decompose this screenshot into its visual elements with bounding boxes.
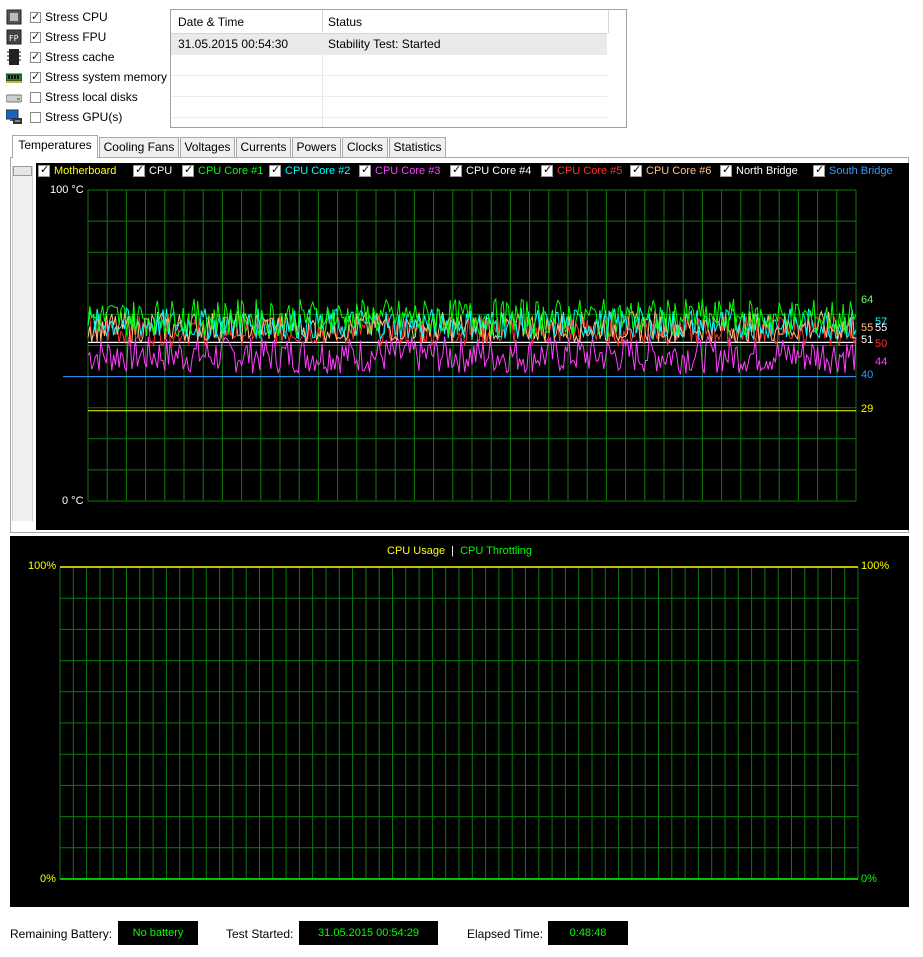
memory-module-icon (5, 69, 23, 85)
test-started-label: Test Started: (226, 927, 294, 941)
hard-disk-icon (5, 89, 23, 105)
tab-cooling-fans[interactable]: Cooling Fans (99, 137, 179, 157)
stress-fpu-checkbox[interactable] (30, 30, 41, 43)
end-value-label: 55 (861, 321, 874, 334)
graph-zoom-slider[interactable] (12, 166, 33, 521)
stress-gpu-label: Stress GPU(s) (45, 110, 123, 124)
stress-option-disks[interactable]: Stress local disks (5, 88, 138, 106)
tab-statistics[interactable]: Statistics (389, 137, 446, 157)
stress-disks-checkbox[interactable] (30, 91, 41, 103)
column-divider (322, 10, 323, 33)
elapsed-time-label: Elapsed Time: (467, 927, 544, 941)
stress-cache-checkbox[interactable] (30, 50, 41, 63)
throttle-axis-min-right: 0% (861, 873, 877, 885)
cpu-chip-icon (6, 9, 22, 25)
table-row-empty (171, 76, 607, 97)
temperature-plot (63, 189, 857, 502)
end-value-label: 64 (861, 293, 874, 306)
table-row[interactable]: 31.05.2015 00:54:30 Stability Test: Star… (171, 34, 607, 55)
fpu-chip-icon: FP (6, 29, 22, 45)
column-header-datetime[interactable]: Date & Time (178, 15, 244, 29)
tab-powers[interactable]: Powers (292, 137, 341, 157)
row-status: Stability Test: Started (328, 37, 441, 51)
stress-cpu-label: Stress CPU (45, 10, 108, 24)
usage-axis-max-left: 100% (28, 560, 57, 572)
end-value-label: 51 (861, 334, 874, 347)
stress-option-fpu[interactable]: FP Stress FPU (6, 28, 106, 46)
end-value-label: 55 (875, 321, 888, 334)
stress-option-gpu[interactable]: Stress GPU(s) (5, 108, 123, 126)
column-header-status[interactable]: Status (328, 15, 362, 29)
status-log-table: Date & Time Status 31.05.2015 00:54:30 S… (170, 9, 627, 128)
elapsed-time-value: 0:48:48 (548, 921, 628, 945)
temperature-graph: MotherboardCPUCPU Core #1CPU Core #2CPU … (36, 163, 909, 530)
svg-text:FP: FP (9, 34, 19, 43)
tab-voltages[interactable]: Voltages (180, 137, 235, 157)
stress-cpu-checkbox[interactable] (30, 10, 41, 23)
throttle-axis-max-right: 100% (861, 560, 890, 572)
stress-option-cpu[interactable]: Stress CPU (6, 8, 108, 26)
cpu-usage-graph: CPU Usage | CPU Throttling 100% 0% 100% … (10, 536, 909, 907)
table-row-empty (171, 97, 607, 118)
stress-gpu-checkbox[interactable] (30, 111, 41, 123)
remaining-battery-label: Remaining Battery: (10, 927, 113, 941)
table-row-empty (171, 55, 607, 76)
row-datetime: 31.05.2015 00:54:30 (178, 37, 289, 51)
stress-disks-label: Stress local disks (45, 90, 138, 104)
stress-memory-label: Stress system memory (45, 70, 168, 84)
end-value-label: 40 (861, 368, 874, 381)
slider-thumb[interactable] (13, 166, 32, 176)
end-value-label: 50 (875, 337, 888, 350)
monitor-gpu-icon (5, 109, 22, 125)
temp-axis-min: 0 °C (62, 495, 84, 507)
stress-cache-label: Stress cache (45, 50, 115, 64)
cache-chip-icon (6, 49, 22, 65)
tab-clocks[interactable]: Clocks (342, 137, 388, 157)
status-log-header: Date & Time Status (171, 10, 609, 34)
cpu-usage-plot (59, 566, 859, 880)
stress-memory-checkbox[interactable] (30, 70, 41, 83)
stress-fpu-label: Stress FPU (45, 30, 107, 44)
usage-axis-min-left: 0% (40, 873, 56, 885)
tab-temperatures[interactable]: Temperatures (12, 135, 98, 158)
tab-currents[interactable]: Currents (236, 137, 291, 157)
end-value-label: 29 (861, 402, 874, 415)
temp-axis-max: 100 °C (50, 184, 84, 196)
stress-option-memory[interactable]: Stress system memory (5, 68, 168, 86)
test-started-value: 31.05.2015 00:54:29 (299, 921, 438, 945)
remaining-battery-value: No battery (118, 921, 198, 945)
end-value-label: 44 (875, 356, 888, 369)
column-divider (608, 10, 609, 33)
stress-option-cache[interactable]: Stress cache (6, 48, 114, 66)
